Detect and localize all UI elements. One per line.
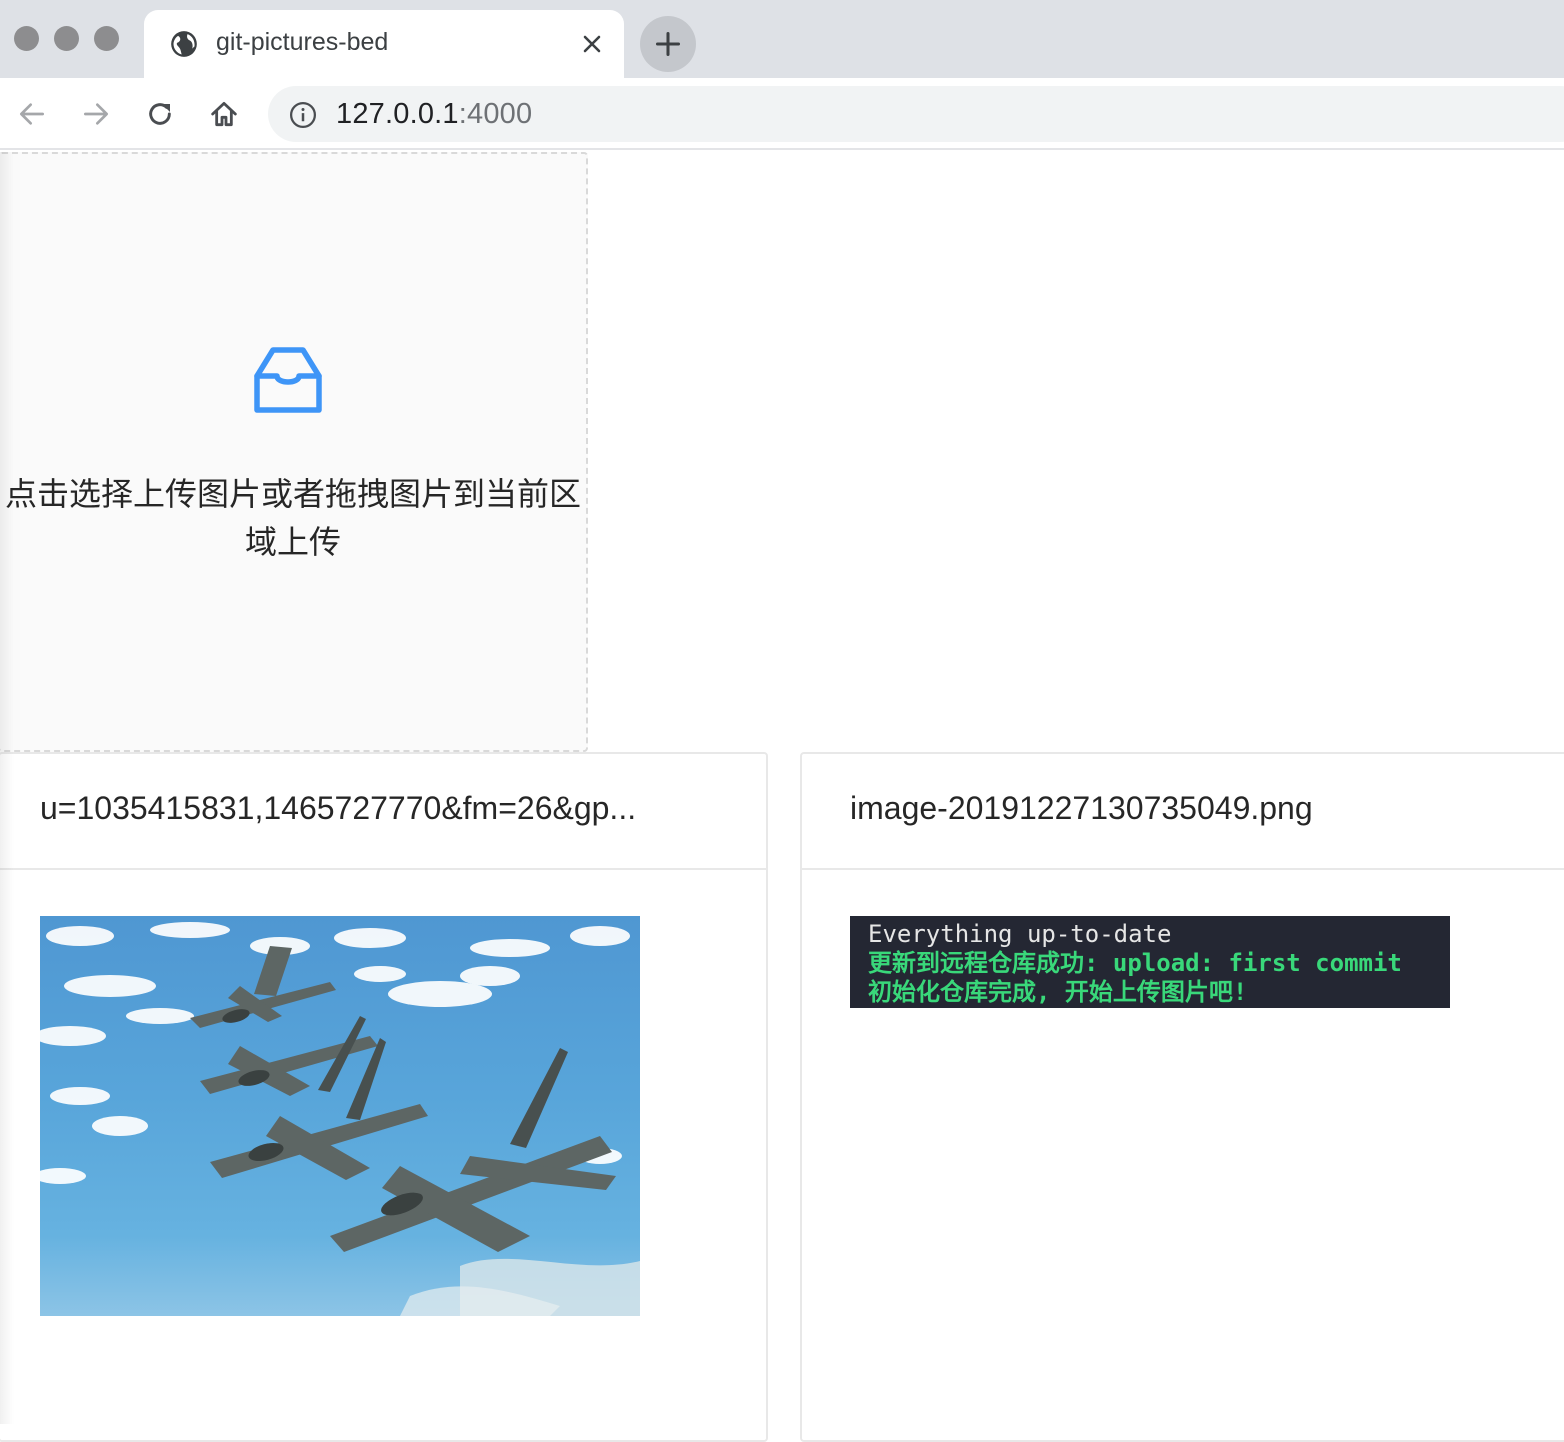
plus-icon	[655, 31, 681, 57]
upload-dropzone[interactable]: 点击选择上传图片或者拖拽图片到当前区域上传	[0, 152, 588, 752]
window-zoom-dot[interactable]	[94, 26, 119, 51]
window-close-dot[interactable]	[14, 26, 39, 51]
url-text[interactable]: 127.0.0.1:4000	[336, 98, 532, 131]
card-header: image-20191227130735049.png	[802, 754, 1564, 870]
image-card: image-20191227130735049.png Everything u…	[800, 752, 1564, 1442]
globe-icon	[171, 31, 197, 57]
terminal-screenshot: Everything up-to-date 更新到远程仓库成功: upload:…	[850, 916, 1450, 1008]
url-port: :4000	[458, 98, 533, 130]
home-icon[interactable]	[208, 98, 240, 130]
new-tab-button[interactable]	[640, 16, 696, 72]
window-minimize-dot[interactable]	[54, 26, 79, 51]
terminal-line: 更新到远程仓库成功: upload: first commit	[868, 949, 1402, 977]
card-title[interactable]: u=1035415831,1465727770&fm=26&gp...	[40, 790, 730, 827]
reload-icon[interactable]	[144, 98, 176, 130]
card-header: u=1035415831,1465727770&fm=26&gp...	[0, 754, 766, 870]
browser-tab[interactable]: git-pictures-bed	[144, 10, 624, 78]
image-preview[interactable]: Everything up-to-date 更新到远程仓库成功: upload:…	[850, 916, 1450, 1008]
address-bar[interactable]: 127.0.0.1:4000	[268, 86, 1564, 142]
page-content: 点击选择上传图片或者拖拽图片到当前区域上传 u=1035415831,14657…	[0, 152, 1564, 1442]
browser-tab-strip: git-pictures-bed	[0, 0, 1564, 78]
browser-toolbar: 127.0.0.1:4000	[0, 78, 1564, 150]
back-arrow-icon[interactable]	[16, 98, 48, 130]
url-host: 127.0.0.1	[336, 98, 459, 130]
forward-arrow-icon[interactable]	[80, 98, 112, 130]
close-icon[interactable]	[580, 32, 604, 56]
terminal-line: Everything up-to-date	[868, 920, 1172, 948]
terminal-line: 初始化仓库完成, 开始上传图片吧!	[868, 978, 1248, 1006]
image-preview[interactable]	[40, 916, 640, 1316]
image-card: u=1035415831,1465727770&fm=26&gp...	[0, 752, 768, 1442]
inbox-icon	[254, 347, 322, 413]
info-icon[interactable]	[288, 100, 318, 130]
card-title[interactable]: image-20191227130735049.png	[850, 790, 1550, 827]
upload-hint: 点击选择上传图片或者拖拽图片到当前区域上传	[4, 476, 581, 560]
tab-title: git-pictures-bed	[216, 28, 389, 56]
fighter-jets-illustration	[40, 922, 640, 1316]
fighter-jets-photo	[40, 916, 640, 1316]
